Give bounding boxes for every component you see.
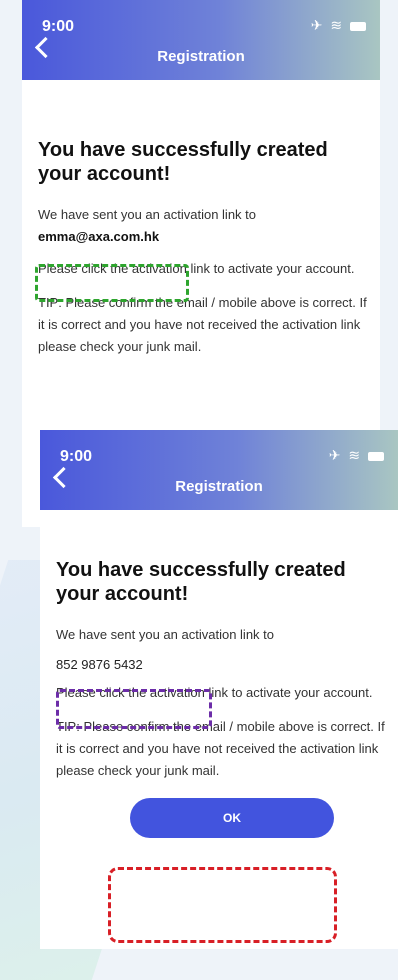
- airplane-icon: ✈: [328, 447, 343, 463]
- status-time: 9:00: [42, 18, 75, 35]
- email-address: emma@axa.com.hk: [38, 229, 160, 244]
- annotation-box-red: [108, 867, 337, 943]
- header-bar: 9:00 ✈ ≋ Registration: [22, 0, 380, 80]
- wifi-icon: ≋: [330, 17, 345, 33]
- sent-text: We have sent you an activation link to: [56, 627, 274, 642]
- battery-icon: [350, 21, 366, 31]
- ok-button[interactable]: OK: [130, 798, 334, 838]
- sent-text: We have sent you an activation link to: [38, 207, 256, 222]
- mobile-number: 852 9876 5432: [56, 657, 143, 672]
- wifi-icon: ≋: [348, 447, 363, 463]
- confirmation-content: You have successfully created your accou…: [38, 138, 368, 358]
- nav-title: Registration: [175, 478, 263, 495]
- nav-title: Registration: [157, 48, 245, 65]
- battery-icon: [368, 451, 384, 461]
- status-time: 9:00: [60, 448, 93, 465]
- status-icons: ✈ ≋: [311, 17, 366, 34]
- header-bar: 9:00 ✈ ≋ Registration: [40, 430, 398, 510]
- annotation-box-purple: [56, 689, 212, 729]
- airplane-icon: ✈: [310, 17, 325, 33]
- success-heading: You have successfully created your accou…: [38, 139, 328, 185]
- confirmation-content: You have successfully created your accou…: [56, 558, 386, 782]
- status-icons: ✈ ≋: [329, 447, 384, 464]
- annotation-box-green: [35, 264, 189, 302]
- success-heading: You have successfully created your accou…: [56, 559, 346, 605]
